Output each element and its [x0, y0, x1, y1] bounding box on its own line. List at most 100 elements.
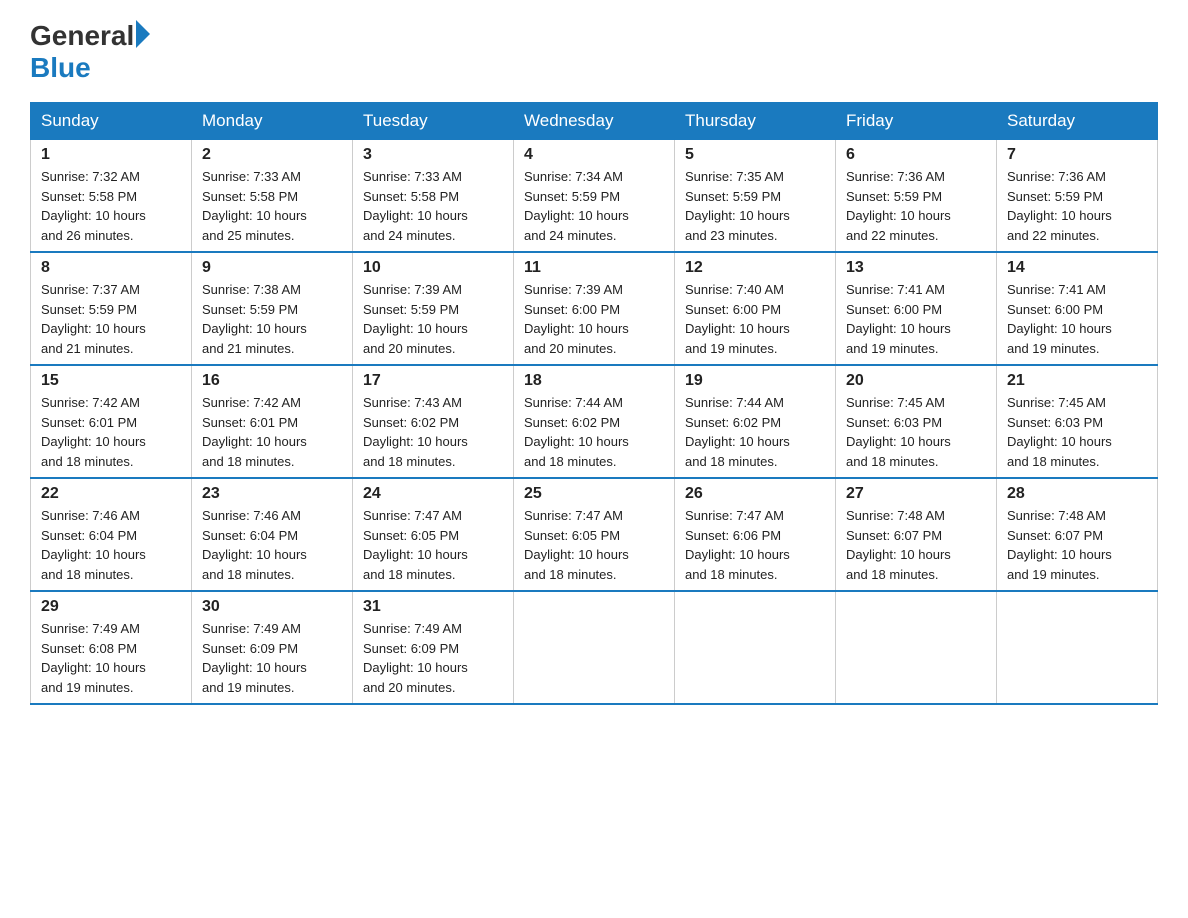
- calendar-cell: 15Sunrise: 7:42 AMSunset: 6:01 PMDayligh…: [31, 365, 192, 478]
- day-number: 31: [363, 598, 503, 616]
- day-info: Sunrise: 7:35 AMSunset: 5:59 PMDaylight:…: [685, 167, 825, 245]
- day-number: 23: [202, 485, 342, 503]
- day-number: 16: [202, 372, 342, 390]
- logo-general-text: General: [30, 20, 134, 52]
- day-number: 6: [846, 146, 986, 164]
- calendar-cell: 6 Sunrise: 7:36 AMSunset: 5:59 PMDaylight…: [836, 140, 997, 253]
- day-info: Sunrise: 7:39 AMSunset: 5:59 PMDaylight:…: [363, 280, 503, 358]
- calendar-week-row: 1Sunrise: 7:32 AMSunset: 5:58 PMDaylight…: [31, 140, 1158, 253]
- day-info: Sunrise: 7:48 AMSunset: 6:07 PMDaylight:…: [846, 506, 986, 584]
- calendar-week-row: 29 Sunrise: 7:49 AMSunset: 6:08 PMDayligh…: [31, 591, 1158, 704]
- day-info: Sunrise: 7:45 AMSunset: 6:03 PMDaylight:…: [846, 393, 986, 471]
- calendar-cell: 11Sunrise: 7:39 AMSunset: 6:00 PMDayligh…: [514, 252, 675, 365]
- calendar-cell: 1Sunrise: 7:32 AMSunset: 5:58 PMDaylight…: [31, 140, 192, 253]
- calendar-cell: 4 Sunrise: 7:34 AMSunset: 5:59 PMDaylight…: [514, 140, 675, 253]
- calendar-cell: [514, 591, 675, 704]
- calendar-cell: 8 Sunrise: 7:37 AMSunset: 5:59 PMDaylight…: [31, 252, 192, 365]
- calendar-header-row: SundayMondayTuesdayWednesdayThursdayFrid…: [31, 103, 1158, 140]
- day-number: 28: [1007, 485, 1147, 503]
- day-number: 10: [363, 259, 503, 277]
- calendar-cell: 29 Sunrise: 7:49 AMSunset: 6:08 PMDayligh…: [31, 591, 192, 704]
- header-saturday: Saturday: [997, 103, 1158, 140]
- day-info: Sunrise: 7:47 AMSunset: 6:05 PMDaylight:…: [363, 506, 503, 584]
- day-number: 19: [685, 372, 825, 390]
- day-number: 12: [685, 259, 825, 277]
- day-info: Sunrise: 7:37 AMSunset: 5:59 PMDaylight:…: [41, 280, 181, 358]
- day-number: 2: [202, 146, 342, 164]
- day-info: Sunrise: 7:33 AMSunset: 5:58 PMDaylight:…: [363, 167, 503, 245]
- day-number: 15: [41, 372, 181, 390]
- calendar-cell: 26 Sunrise: 7:47 AMSunset: 6:06 PMDayligh…: [675, 478, 836, 591]
- day-info: Sunrise: 7:47 AMSunset: 6:06 PMDaylight:…: [685, 506, 825, 584]
- calendar-cell: 13 Sunrise: 7:41 AMSunset: 6:00 PMDayligh…: [836, 252, 997, 365]
- calendar-cell: 19 Sunrise: 7:44 AMSunset: 6:02 PMDayligh…: [675, 365, 836, 478]
- calendar-cell: [836, 591, 997, 704]
- calendar-week-row: 8 Sunrise: 7:37 AMSunset: 5:59 PMDaylight…: [31, 252, 1158, 365]
- calendar-cell: 16 Sunrise: 7:42 AMSunset: 6:01 PMDayligh…: [192, 365, 353, 478]
- day-number: 21: [1007, 372, 1147, 390]
- calendar-cell: 23 Sunrise: 7:46 AMSunset: 6:04 PMDayligh…: [192, 478, 353, 591]
- day-number: 20: [846, 372, 986, 390]
- calendar-cell: 17 Sunrise: 7:43 AMSunset: 6:02 PMDayligh…: [353, 365, 514, 478]
- day-number: 30: [202, 598, 342, 616]
- day-number: 27: [846, 485, 986, 503]
- calendar-cell: 25Sunrise: 7:47 AMSunset: 6:05 PMDayligh…: [514, 478, 675, 591]
- header-thursday: Thursday: [675, 103, 836, 140]
- calendar-cell: 5 Sunrise: 7:35 AMSunset: 5:59 PMDaylight…: [675, 140, 836, 253]
- day-info: Sunrise: 7:33 AMSunset: 5:58 PMDaylight:…: [202, 167, 342, 245]
- calendar-cell: 30Sunrise: 7:49 AMSunset: 6:09 PMDayligh…: [192, 591, 353, 704]
- day-info: Sunrise: 7:46 AMSunset: 6:04 PMDaylight:…: [202, 506, 342, 584]
- day-number: 4: [524, 146, 664, 164]
- calendar-week-row: 15 Sunrise: 7:42 AMSunset: 6:01 PMDayligh…: [31, 365, 1158, 478]
- day-number: 5: [685, 146, 825, 164]
- day-info: Sunrise: 7:36 AMSunset: 5:59 PMDaylight:…: [1007, 167, 1147, 245]
- day-info: Sunrise: 7:44 AMSunset: 6:02 PMDaylight:…: [524, 393, 664, 471]
- calendar-cell: 22 Sunrise: 7:46 AMSunset: 6:04 PMDayligh…: [31, 478, 192, 591]
- day-number: 13: [846, 259, 986, 277]
- day-info: Sunrise: 7:46 AMSunset: 6:04 PMDaylight:…: [41, 506, 181, 584]
- day-info: Sunrise: 7:32 AMSunset: 5:58 PMDaylight:…: [41, 167, 181, 245]
- day-number: 17: [363, 372, 503, 390]
- day-info: Sunrise: 7:49 AMSunset: 6:09 PMDaylight:…: [363, 619, 503, 697]
- day-number: 25: [524, 485, 664, 503]
- calendar-cell: 27 Sunrise: 7:48 AMSunset: 6:07 PMDayligh…: [836, 478, 997, 591]
- day-number: 18: [524, 372, 664, 390]
- header-friday: Friday: [836, 103, 997, 140]
- day-info: Sunrise: 7:42 AMSunset: 6:01 PMDaylight:…: [202, 393, 342, 471]
- day-info: Sunrise: 7:39 AMSunset: 6:00 PMDaylight:…: [524, 280, 664, 358]
- day-info: Sunrise: 7:43 AMSunset: 6:02 PMDaylight:…: [363, 393, 503, 471]
- day-info: Sunrise: 7:45 AMSunset: 6:03 PMDaylight:…: [1007, 393, 1147, 471]
- day-number: 9: [202, 259, 342, 277]
- day-info: Sunrise: 7:40 AMSunset: 6:00 PMDaylight:…: [685, 280, 825, 358]
- calendar-cell: 28 Sunrise: 7:48 AMSunset: 6:07 PMDayligh…: [997, 478, 1158, 591]
- logo-blue-text: Blue: [30, 52, 91, 84]
- day-info: Sunrise: 7:41 AMSunset: 6:00 PMDaylight:…: [846, 280, 986, 358]
- day-number: 3: [363, 146, 503, 164]
- day-number: 26: [685, 485, 825, 503]
- header-wednesday: Wednesday: [514, 103, 675, 140]
- calendar-cell: 9Sunrise: 7:38 AMSunset: 5:59 PMDaylight…: [192, 252, 353, 365]
- day-number: 24: [363, 485, 503, 503]
- day-info: Sunrise: 7:49 AMSunset: 6:08 PMDaylight:…: [41, 619, 181, 697]
- day-info: Sunrise: 7:36 AMSunset: 5:59 PMDaylight:…: [846, 167, 986, 245]
- day-number: 7: [1007, 146, 1147, 164]
- header: General Blue: [30, 20, 1158, 84]
- calendar-cell: 24 Sunrise: 7:47 AMSunset: 6:05 PMDayligh…: [353, 478, 514, 591]
- calendar-cell: [675, 591, 836, 704]
- calendar-cell: 14Sunrise: 7:41 AMSunset: 6:00 PMDayligh…: [997, 252, 1158, 365]
- calendar-week-row: 22 Sunrise: 7:46 AMSunset: 6:04 PMDayligh…: [31, 478, 1158, 591]
- header-sunday: Sunday: [31, 103, 192, 140]
- day-info: Sunrise: 7:41 AMSunset: 6:00 PMDaylight:…: [1007, 280, 1147, 358]
- day-number: 8: [41, 259, 181, 277]
- day-info: Sunrise: 7:34 AMSunset: 5:59 PMDaylight:…: [524, 167, 664, 245]
- calendar-cell: [997, 591, 1158, 704]
- day-number: 22: [41, 485, 181, 503]
- calendar-cell: 18 Sunrise: 7:44 AMSunset: 6:02 PMDayligh…: [514, 365, 675, 478]
- header-tuesday: Tuesday: [353, 103, 514, 140]
- header-monday: Monday: [192, 103, 353, 140]
- calendar-cell: 31 Sunrise: 7:49 AMSunset: 6:09 PMDayligh…: [353, 591, 514, 704]
- day-info: Sunrise: 7:44 AMSunset: 6:02 PMDaylight:…: [685, 393, 825, 471]
- day-info: Sunrise: 7:48 AMSunset: 6:07 PMDaylight:…: [1007, 506, 1147, 584]
- day-number: 29: [41, 598, 181, 616]
- calendar-cell: 20 Sunrise: 7:45 AMSunset: 6:03 PMDayligh…: [836, 365, 997, 478]
